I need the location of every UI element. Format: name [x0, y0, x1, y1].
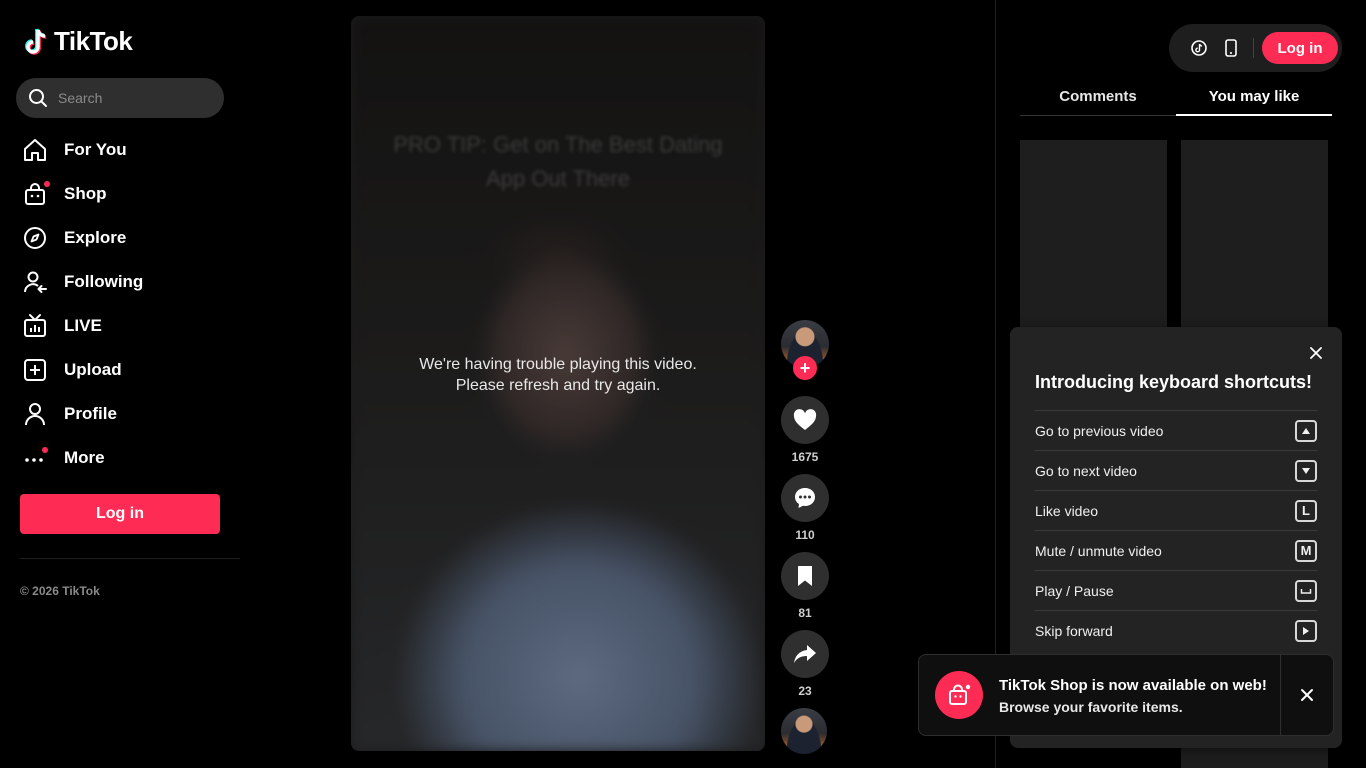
sidebar-divider	[20, 558, 240, 559]
shortcut-row: Skip forward	[1035, 610, 1317, 650]
tab-comments[interactable]: Comments	[1020, 84, 1176, 115]
sidebar: TikTok For You Shop Explore	[0, 0, 240, 768]
shortcut-row: Play / Pause	[1035, 570, 1317, 610]
get-coins-button[interactable]	[1183, 32, 1215, 64]
recommended-video-thumbnail[interactable]	[1020, 140, 1167, 340]
tiktok-logo[interactable]: TikTok	[24, 26, 133, 57]
space-key-icon	[1295, 579, 1317, 602]
shortcut-row: Go to next video	[1035, 450, 1317, 490]
right-arrow-key-icon	[1295, 619, 1317, 642]
sidebar-item-shop[interactable]: Shop	[20, 172, 230, 216]
shortcut-key-l: L	[1295, 499, 1317, 522]
shortcut-label: Play / Pause	[1035, 582, 1114, 599]
notification-dot	[42, 447, 48, 453]
sidebar-item-following[interactable]: Following	[20, 260, 230, 304]
shortcuts-list: Go to previous video Go to next video Li…	[1035, 410, 1317, 650]
sidebar-item-label: Following	[64, 272, 144, 291]
shortcut-label: Go to next video	[1035, 462, 1137, 479]
shortcut-row: Go to previous video	[1035, 410, 1317, 450]
notification-dot	[44, 181, 50, 187]
tab-you-may-like[interactable]: You may like	[1176, 84, 1332, 116]
profile-user-icon	[20, 399, 50, 429]
tiktok-coin-icon	[1191, 40, 1207, 56]
following-user-icon	[20, 267, 50, 297]
comment-count: 110	[795, 528, 815, 542]
sidebar-item-explore[interactable]: Explore	[20, 216, 230, 260]
header-login-button[interactable]: Log in	[1262, 32, 1338, 64]
right-panel-tabs: Comments You may like	[1020, 84, 1332, 116]
shortcuts-title: Introducing keyboard shortcuts!	[1035, 372, 1313, 392]
follow-button[interactable]: +	[793, 356, 817, 380]
shortcut-label: Like video	[1035, 502, 1099, 519]
copyright-text: © 2026 TikTok	[20, 584, 100, 598]
upload-plus-icon	[20, 355, 50, 385]
sidebar-item-label: Upload	[64, 360, 122, 379]
tiktok-shop-toast[interactable]: TikTok Shop is now available on web! Bro…	[918, 654, 1334, 736]
live-tv-icon	[20, 311, 50, 341]
sidebar-item-label: For You	[64, 140, 127, 159]
recommended-video-thumbnail[interactable]	[1181, 140, 1328, 340]
shortcut-label: Skip forward	[1035, 622, 1113, 639]
video-action-bar: + 1675 110 81 23	[781, 320, 829, 698]
compass-icon	[20, 223, 50, 253]
down-arrow-key-icon	[1295, 459, 1317, 482]
share-arrow-icon	[794, 645, 816, 663]
search-input[interactable]	[58, 90, 208, 106]
sidebar-item-label: Shop	[64, 184, 107, 203]
sidebar-nav: For You Shop Explore Following LIVE Uplo…	[20, 128, 230, 480]
sidebar-item-for-you[interactable]: For You	[20, 128, 230, 172]
music-disc-avatar[interactable]	[781, 708, 827, 754]
video-caption-overlay: PRO TIP: Get on The Best Dating App Out …	[393, 132, 723, 191]
shortcut-label: Mute / unmute video	[1035, 542, 1162, 559]
share-button[interactable]	[781, 630, 829, 678]
sidebar-item-label: Explore	[64, 228, 127, 247]
share-count: 23	[798, 684, 812, 698]
header-divider	[1253, 38, 1254, 58]
shortcuts-close-button[interactable]	[1306, 343, 1326, 363]
sidebar-item-upload[interactable]: Upload	[20, 348, 230, 392]
recommended-video-thumbnail[interactable]	[1181, 748, 1328, 768]
sidebar-item-label: Profile	[64, 404, 117, 423]
sidebar-login-button[interactable]: Log in	[20, 494, 220, 534]
bookmark-icon	[798, 566, 812, 586]
sidebar-item-live[interactable]: LIVE	[20, 304, 230, 348]
logo-text: TikTok	[54, 26, 133, 56]
shortcut-label: Go to previous video	[1035, 422, 1164, 439]
heart-icon	[793, 409, 817, 430]
home-icon	[20, 135, 50, 165]
video-error-line-1: We're having trouble playing this video.	[419, 356, 697, 373]
shortcut-row: Mute / unmute video M	[1035, 530, 1317, 570]
sidebar-item-more[interactable]: More	[20, 436, 230, 480]
bookmark-count: 81	[798, 606, 812, 620]
comment-icon	[795, 488, 815, 508]
video-player[interactable]: PRO TIP: Get on The Best Dating App Out …	[351, 16, 765, 751]
video-error-line-2: Please refresh and try again.	[455, 377, 661, 394]
header-actions: Log in	[1169, 24, 1342, 72]
more-dots-icon	[20, 443, 50, 473]
video-error-message: We're having trouble playing this video.…	[351, 354, 765, 396]
bookmark-button[interactable]	[781, 552, 829, 600]
tiktok-logo-icon	[25, 27, 47, 55]
search-bar[interactable]	[16, 78, 224, 118]
like-count: 1675	[791, 450, 819, 464]
close-icon	[1310, 347, 1322, 359]
sidebar-item-profile[interactable]: Profile	[20, 392, 230, 436]
toast-close-button[interactable]	[1281, 655, 1333, 735]
shopping-bag-icon	[20, 179, 50, 209]
mobile-phone-icon	[1225, 39, 1237, 57]
like-button[interactable]	[781, 396, 829, 444]
toast-subtitle: Browse your favorite items.	[999, 699, 1183, 715]
search-icon	[29, 89, 47, 107]
shortcut-row: Like video L	[1035, 490, 1317, 530]
toast-title: TikTok Shop is now available on web!	[999, 677, 1267, 694]
shortcut-key-m: M	[1295, 539, 1317, 562]
get-app-button[interactable]	[1215, 32, 1247, 64]
sidebar-item-label: More	[64, 448, 105, 467]
sidebar-item-label: LIVE	[64, 316, 102, 335]
comment-button[interactable]	[781, 474, 829, 522]
shop-bag-icon	[935, 671, 983, 719]
close-icon	[1301, 689, 1313, 701]
up-arrow-key-icon	[1295, 419, 1317, 442]
